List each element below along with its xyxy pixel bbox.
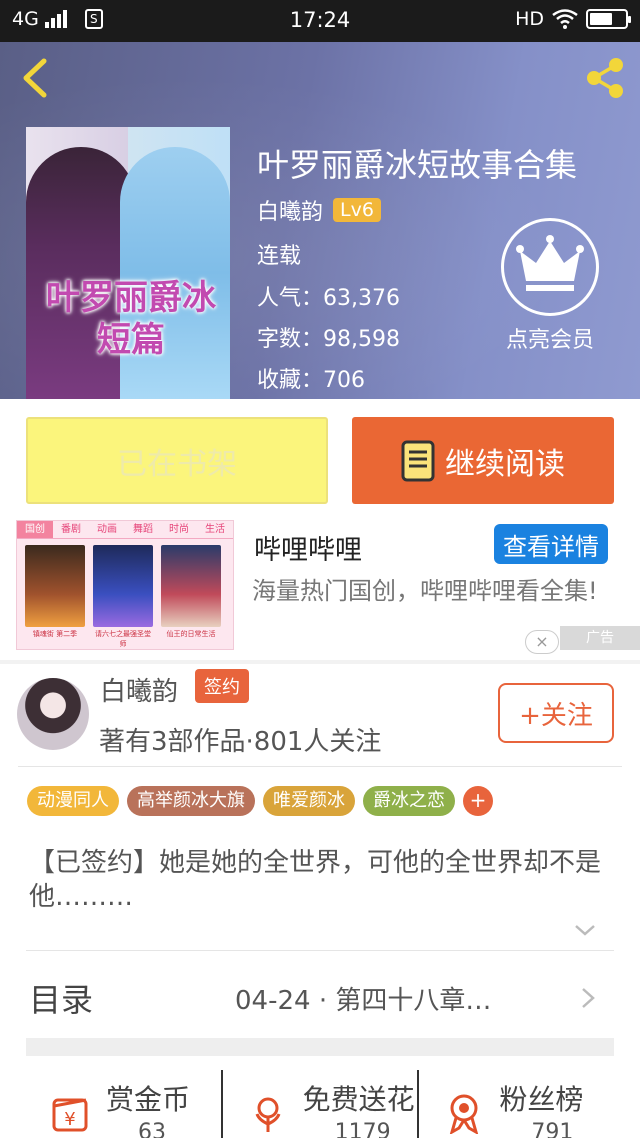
- tag-item[interactable]: 高举颜冰大旗: [127, 786, 255, 816]
- stat-gold-coin[interactable]: ¥ 赏金币 63: [26, 1070, 221, 1138]
- book-description: 【已签约】她是她的全世界，可他的全世界却不是他………: [29, 848, 602, 912]
- status-right: HD: [515, 8, 631, 30]
- author-line: 白曦韵 Lv6: [257, 194, 381, 226]
- tag-item[interactable]: 唯爱颜冰: [263, 786, 355, 816]
- ad-close-icon[interactable]: ×: [525, 630, 559, 654]
- stat-label: 赏金币: [106, 1083, 191, 1116]
- crown-icon: [501, 218, 599, 316]
- section-gap: [26, 1038, 614, 1056]
- stat-value: 63: [138, 1120, 166, 1138]
- ad-posters: [25, 545, 221, 627]
- stat-value: 791: [531, 1120, 574, 1138]
- ad-poster: [161, 545, 221, 627]
- vip-label: 点亮会员: [505, 328, 594, 353]
- tag-list: 动漫同人 高举颜冰大旗 唯爱颜冰 爵冰之恋 +: [27, 786, 493, 816]
- section-gap: [0, 660, 640, 664]
- ad-title: 哔哩哔哩: [254, 535, 362, 566]
- gold-coin-icon: ¥: [52, 1098, 88, 1132]
- ad-poster: [25, 545, 85, 627]
- continue-reading-button[interactable]: 继续阅读: [352, 417, 614, 504]
- toc-label[interactable]: 目录: [29, 975, 93, 1021]
- share-icon[interactable]: [582, 56, 628, 100]
- popularity: 人气：63,376: [257, 286, 400, 311]
- cover-art-right: [120, 147, 230, 399]
- ad-poster: [93, 545, 153, 627]
- ad-poster-caption: 仙王的日常生活: [166, 630, 216, 638]
- ad-tag: 广告: [560, 626, 640, 650]
- ad-details-button[interactable]: 查看详情: [494, 524, 608, 564]
- word-count: 字数：98,598: [257, 327, 400, 352]
- follow-button[interactable]: +关注: [498, 683, 614, 743]
- battery-icon: [586, 9, 631, 29]
- continue-reading-label: 继续阅读: [445, 446, 565, 482]
- ad-poster-captions: 镇魂街 第二季 请六七之最强圣堂师 仙王的日常生活: [25, 629, 221, 649]
- ad-thumb-tab: 生活: [205, 524, 225, 535]
- flower-icon: [255, 1097, 281, 1132]
- book-title: 叶罗丽爵冰短故事合集: [257, 146, 578, 184]
- ad-description: 海量热门国创，哔哩哔哩看全集!: [252, 577, 598, 605]
- ad-banner[interactable]: 国创 番剧 动画 舞蹈 时尚 生活 镇魂街 第二季 请六七之最强圣堂师 仙王的日…: [0, 520, 640, 660]
- stat-label: 免费送花: [302, 1083, 415, 1116]
- divider: [26, 950, 614, 951]
- stat-flower[interactable]: 免费送花 1179: [220, 1070, 418, 1138]
- ad-thumb-tab: 动画: [97, 524, 117, 535]
- stat-label: 粉丝榜: [499, 1083, 584, 1116]
- favorites-count: 收藏：706: [257, 368, 365, 393]
- ad-thumb-tab: 舞蹈: [133, 524, 153, 535]
- on-shelf-label: 已在书架: [117, 446, 237, 482]
- ad-thumb-tab: 番剧: [61, 524, 81, 535]
- tag-item[interactable]: 爵冰之恋: [363, 786, 455, 816]
- chevron-right-icon[interactable]: [580, 986, 596, 1010]
- signed-badge: 签约: [195, 669, 249, 703]
- chevron-down-icon[interactable]: [573, 922, 597, 938]
- serial-status: 连载: [257, 244, 302, 269]
- ad-thumb-tab: 国创: [17, 521, 53, 538]
- back-icon[interactable]: [18, 58, 52, 98]
- avatar[interactable]: [17, 678, 89, 750]
- latest-chapter[interactable]: 04-24 · 第四十八章…: [235, 980, 555, 1017]
- ad-thumb-tabs: 国创 番剧 动画 舞蹈 时尚 生活: [17, 521, 233, 539]
- add-tag-button[interactable]: +: [463, 786, 493, 816]
- book-header: 叶罗丽爵冰短篇 叶罗丽爵冰短故事合集 白曦韵 Lv6 连载 人气：63,376 …: [0, 42, 640, 399]
- divider: [18, 766, 622, 767]
- book-icon: [401, 440, 435, 481]
- vip-button[interactable]: 点亮会员: [500, 218, 600, 354]
- stats-row: ¥ 赏金币 63 免费送花 1179 粉丝榜 791: [26, 1070, 614, 1138]
- ad-poster-caption: 请六七之最强圣堂师: [95, 630, 151, 648]
- ad-poster-caption: 镇魂街 第二季: [32, 630, 78, 638]
- on-shelf-button[interactable]: 已在书架: [26, 417, 328, 504]
- author-stats: 著有3部作品·801人关注: [99, 727, 382, 757]
- stat-fans[interactable]: 粉丝榜 791: [417, 1070, 614, 1138]
- stat-value: 1179: [334, 1120, 391, 1138]
- book-cover[interactable]: 叶罗丽爵冰短篇: [26, 127, 230, 399]
- hd-label: HD: [515, 8, 544, 30]
- ad-thumb-tab: 时尚: [169, 524, 189, 535]
- ad-thumbnail[interactable]: 国创 番剧 动画 舞蹈 时尚 生活 镇魂街 第二季 请六七之最强圣堂师 仙王的日…: [16, 520, 234, 650]
- wifi-icon: [552, 9, 578, 29]
- tag-item[interactable]: 动漫同人: [27, 786, 119, 816]
- medal-icon: [450, 1094, 479, 1134]
- level-badge: Lv6: [333, 198, 381, 222]
- svg-text:¥: ¥: [64, 1109, 75, 1130]
- cover-title: 叶罗丽爵冰短篇: [46, 278, 216, 360]
- status-bar: 4G S 17:24 HD: [0, 0, 640, 42]
- author-card-name[interactable]: 白曦韵: [100, 671, 178, 708]
- author-name[interactable]: 白曦韵: [257, 194, 323, 226]
